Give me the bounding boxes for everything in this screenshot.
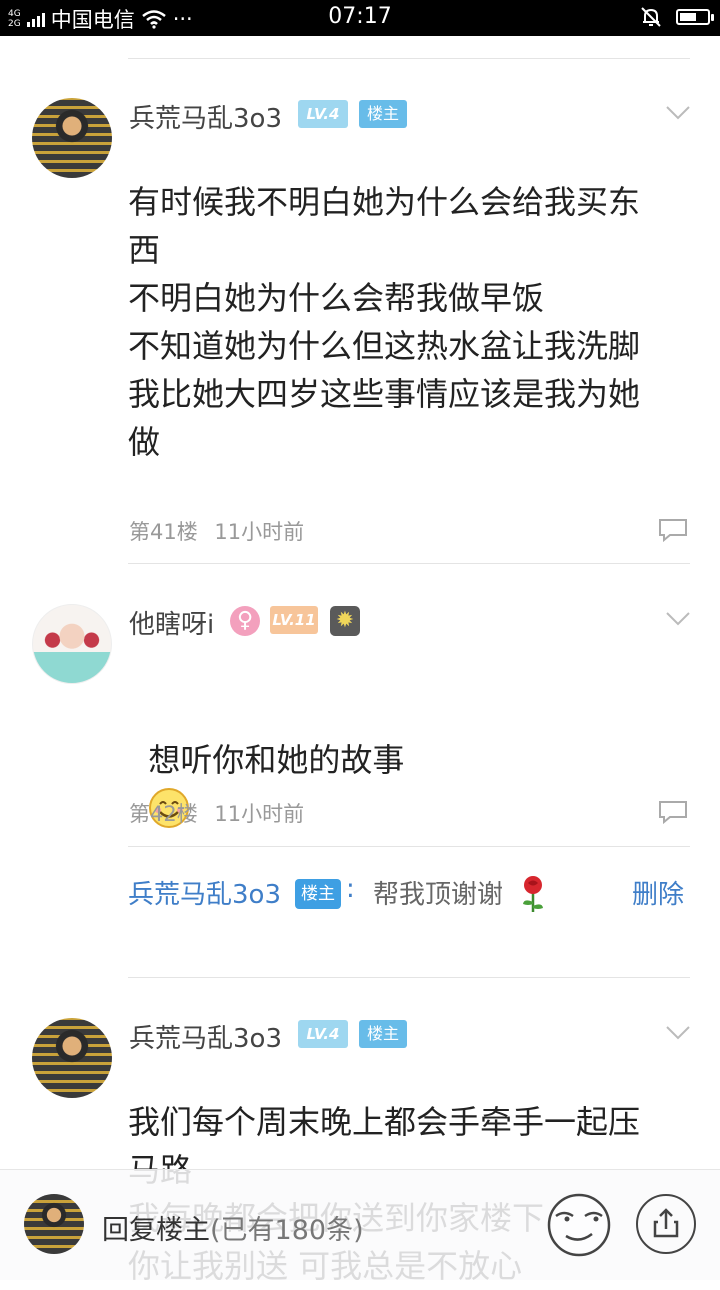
- divider: [128, 846, 690, 847]
- comment-icon[interactable]: [658, 800, 688, 824]
- status-bar: 4G 2G 中国电信 ··· 07:17: [0, 0, 720, 36]
- chevron-down-icon[interactable]: [666, 1026, 690, 1040]
- comment-icon[interactable]: [658, 518, 688, 542]
- reply-count: (已有180条): [210, 1215, 364, 1246]
- avatar[interactable]: [32, 604, 112, 684]
- post-time: 11小时前: [214, 520, 305, 544]
- chevron-down-icon[interactable]: [666, 612, 690, 626]
- share-icon: [653, 1208, 679, 1238]
- divider: [128, 977, 690, 978]
- divider: [128, 563, 690, 564]
- divider: [128, 58, 690, 59]
- level-badge: LV.4: [298, 100, 348, 128]
- floor-number: 第42楼: [129, 802, 198, 826]
- sub-reply-user[interactable]: 兵荒马乱3o3: [128, 874, 281, 911]
- post-time: 11小时前: [214, 802, 305, 826]
- share-button[interactable]: [636, 1194, 696, 1254]
- sub-reply-colon: :: [346, 874, 355, 904]
- female-gender-icon: ♀: [230, 606, 260, 636]
- sub-reply-text: 帮我顶谢谢: [373, 880, 504, 910]
- delete-button[interactable]: 删除: [632, 874, 684, 911]
- post-meta: 第42楼 11小时前: [129, 798, 304, 828]
- owner-badge: 楼主: [295, 879, 341, 909]
- bell-muted-icon: [641, 7, 661, 27]
- level-badge: LV.11: [270, 606, 318, 634]
- sub-reply: 兵荒马乱3o3 楼主 : 帮我顶谢谢 删除: [128, 874, 690, 918]
- avatar: [24, 1194, 84, 1254]
- medal-icon: [330, 606, 360, 636]
- post-username[interactable]: 兵荒马乱3o3: [129, 98, 282, 135]
- avatar[interactable]: [32, 1018, 112, 1098]
- post-username[interactable]: 他瞎呀i: [129, 604, 214, 641]
- reply-label: 回复楼主: [102, 1215, 210, 1246]
- owner-badge: 楼主: [359, 1020, 407, 1048]
- chevron-down-icon[interactable]: [666, 106, 690, 120]
- floor-number: 第41楼: [129, 520, 198, 544]
- post-username[interactable]: 兵荒马乱3o3: [129, 1018, 282, 1055]
- rose-emoji-icon: [523, 876, 543, 912]
- post-content: 有时候我不明白她为什么会给我买东 西 不明白她为什么会帮我做早饭 不知道她为什么…: [128, 183, 641, 461]
- level-badge: LV.4: [298, 1020, 348, 1048]
- post-meta: 第41楼 11小时前: [129, 516, 304, 546]
- avatar[interactable]: [32, 98, 112, 178]
- reply-input[interactable]: 回复楼主(已有180条): [102, 1208, 364, 1247]
- battery-icon: [676, 9, 714, 25]
- status-time: 07:17: [328, 4, 392, 29]
- reply-bar: 回复楼主(已有180条): [0, 1169, 720, 1280]
- emoji-face-icon[interactable]: [546, 1192, 612, 1258]
- owner-badge: 楼主: [359, 100, 407, 128]
